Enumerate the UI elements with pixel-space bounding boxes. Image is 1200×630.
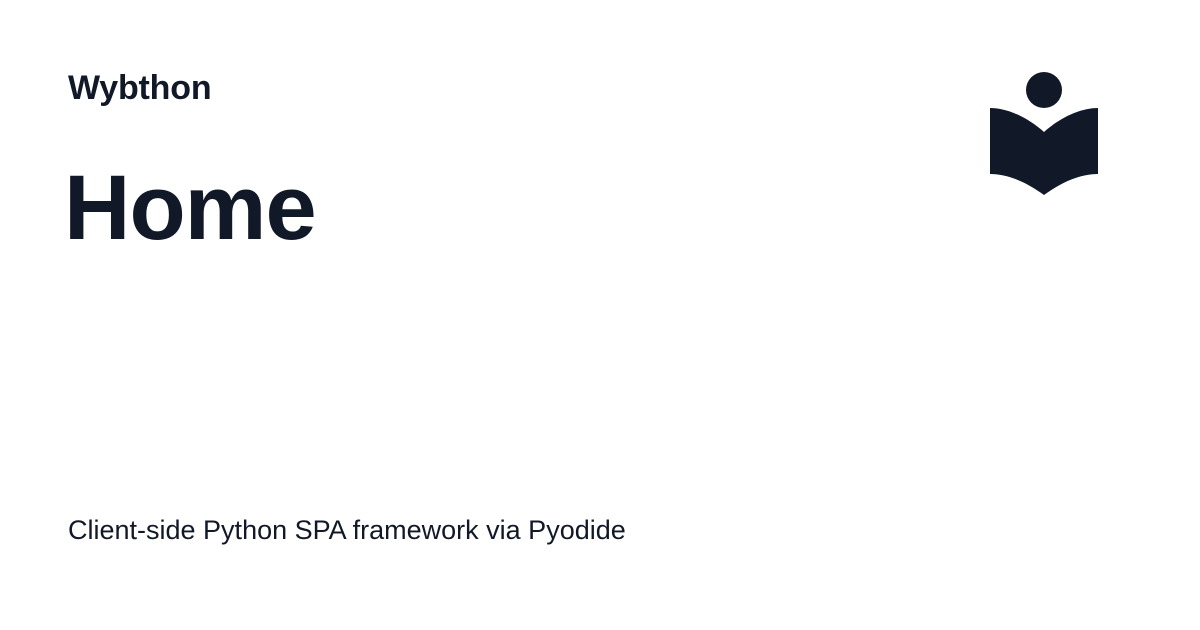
site-name: Wybthon <box>68 69 212 107</box>
book-reader-icon <box>990 72 1098 195</box>
logo <box>988 70 1100 198</box>
page-description: Client-side Python SPA framework via Pyo… <box>68 515 626 545</box>
page-title: Home <box>64 157 317 259</box>
social-card: Wybthon Home Client-side Python SPA fram… <box>0 0 1200 630</box>
